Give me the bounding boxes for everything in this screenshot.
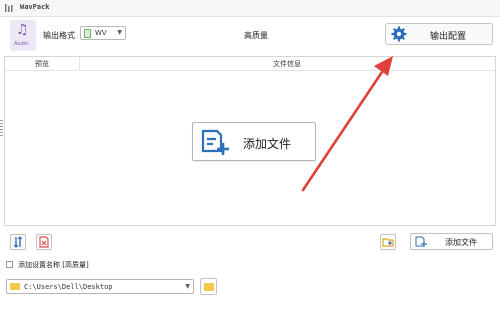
add-file-center-label: 添加文件 xyxy=(243,137,292,151)
preset-name-label[interactable]: 添加设置名称 [高质量] xyxy=(18,260,89,270)
add-file-button[interactable]: 添加文件 xyxy=(410,233,493,250)
add-file-center-button[interactable]: 添加文件 xyxy=(192,122,316,161)
file-icon xyxy=(84,29,91,38)
output-config-button[interactable]: 输出配置 xyxy=(385,23,493,45)
audio-icon-label: Audio xyxy=(14,41,29,47)
add-folder-button[interactable] xyxy=(380,234,396,250)
file-list[interactable]: 预览 文件信息 添加文件 xyxy=(4,56,496,226)
output-path-select[interactable]: C:\Users\Dell\Desktop ▼ xyxy=(6,279,194,294)
add-file-label: 添加文件 xyxy=(445,238,477,247)
chevron-down-icon: ▼ xyxy=(185,283,190,290)
gear-icon xyxy=(391,26,407,42)
output-config-label: 输出配置 xyxy=(430,32,467,42)
folder-icon xyxy=(10,283,20,290)
output-path-value: C:\Users\Dell\Desktop xyxy=(24,283,113,291)
add-file-icon xyxy=(201,129,229,155)
add-file-icon xyxy=(415,236,427,247)
output-format-select[interactable]: WV ▼ xyxy=(80,26,126,40)
resize-grip[interactable] xyxy=(0,120,3,138)
delete-file-icon xyxy=(39,236,49,248)
browse-folder-button[interactable] xyxy=(200,278,217,295)
toolbar: ♫ Audio 输出格式 WV ▼ 高质量 输出配置 xyxy=(0,17,500,55)
window-title: WavPack xyxy=(20,3,50,11)
quality-text: 高质量 xyxy=(244,31,268,40)
folder-icon xyxy=(204,283,214,291)
column-preview-label: 预览 xyxy=(35,60,49,68)
column-header-preview[interactable]: 预览 xyxy=(5,57,80,70)
audio-file-icon: ♫ Audio xyxy=(10,20,36,51)
title-bar: WavPack xyxy=(0,0,500,17)
add-folder-icon xyxy=(382,238,394,247)
app-logo-icon xyxy=(5,4,13,12)
music-note-icon: ♫ xyxy=(16,22,29,38)
chevron-down-icon: ▼ xyxy=(117,29,122,36)
output-format-label: 输出格式 xyxy=(43,31,75,40)
preset-name-checkbox[interactable] xyxy=(6,261,13,268)
output-format-value: WV xyxy=(95,29,107,37)
delete-button[interactable] xyxy=(36,234,52,250)
table-header: 预览 文件信息 xyxy=(5,57,495,71)
column-header-file-info[interactable]: 文件信息 xyxy=(273,59,301,69)
sort-button[interactable] xyxy=(10,234,26,250)
sort-arrows-icon xyxy=(13,236,23,248)
